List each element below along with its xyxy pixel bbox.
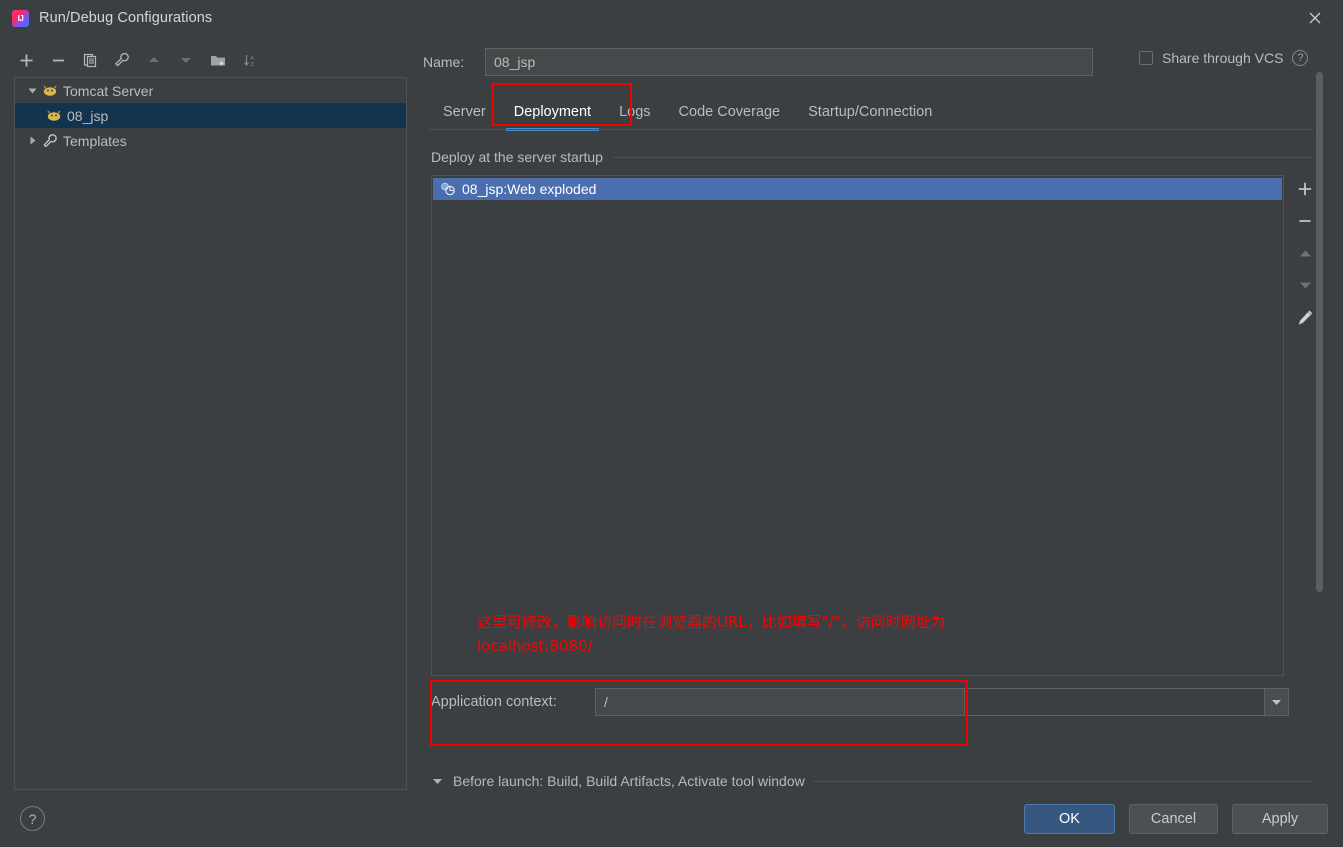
tab-code-coverage[interactable]: Code Coverage	[665, 95, 795, 129]
name-label: Name:	[423, 54, 465, 70]
page-title: Run/Debug Configurations	[39, 10, 213, 26]
configuration-editor-panel: Name: Share through VCS ? Server Deploym…	[416, 36, 1327, 830]
add-configuration-button[interactable]	[10, 46, 42, 74]
artifact-icon	[440, 181, 456, 197]
folder-add-icon[interactable]	[202, 46, 234, 74]
deploy-section-header: Deploy at the server startup	[431, 148, 1324, 166]
application-context-input[interactable]	[595, 688, 965, 716]
application-context-label: Application context:	[431, 694, 557, 710]
apply-button[interactable]: Apply	[1232, 804, 1328, 834]
deployment-artifacts-list[interactable]: 08_jsp:Web exploded	[431, 175, 1284, 676]
before-launch-section[interactable]: Before launch: Build, Build Artifacts, A…	[429, 771, 1322, 791]
scrollbar-thumb[interactable]	[1316, 72, 1323, 592]
list-item[interactable]: 08_jsp:Web exploded	[433, 178, 1282, 200]
cancel-button[interactable]: Cancel	[1129, 804, 1218, 834]
svg-text:Z: Z	[250, 61, 254, 67]
share-through-vcs-checkbox[interactable]	[1139, 51, 1153, 65]
application-context-field-extension[interactable]	[965, 688, 1265, 716]
configurations-tree[interactable]: Tomcat Server 08_jsp Templates	[14, 77, 407, 790]
intellij-idea-icon	[12, 9, 29, 27]
close-icon[interactable]	[1295, 4, 1335, 32]
ok-button[interactable]: OK	[1024, 804, 1115, 834]
expand-toggle-icon[interactable]	[23, 83, 41, 99]
copy-icon[interactable]	[74, 46, 106, 74]
expand-toggle-icon[interactable]	[23, 133, 41, 149]
tree-node-08-jsp[interactable]: 08_jsp	[15, 103, 406, 128]
before-launch-separator	[812, 780, 1322, 782]
deploy-section-title: Deploy at the server startup	[431, 149, 603, 165]
chevron-down-icon[interactable]	[429, 777, 445, 786]
annotation-line-1: 这里可修改，影响访问时在浏览器的URL，比如填写"/"，访问时网址为	[477, 613, 946, 631]
chevron-down-icon[interactable]	[1265, 688, 1289, 716]
tab-startup-connection[interactable]: Startup/Connection	[794, 95, 946, 129]
wrench-icon[interactable]	[106, 46, 138, 74]
tomcat-icon	[41, 83, 58, 99]
configurations-toolbar: A Z	[10, 44, 408, 76]
tab-logs[interactable]: Logs	[605, 95, 664, 129]
right-panel-scrollbar[interactable]	[1313, 72, 1326, 830]
tree-node-tomcat-server[interactable]: Tomcat Server	[15, 78, 406, 103]
question-circle-icon[interactable]: ?	[1292, 50, 1309, 66]
annotation-line-2: localhost:8080/	[477, 637, 593, 655]
tree-node-label: Templates	[63, 132, 127, 149]
before-launch-label: Before launch: Build, Build Artifacts, A…	[453, 773, 805, 789]
tab-server[interactable]: Server	[429, 95, 500, 129]
tomcat-icon	[45, 108, 62, 124]
title-bar: Run/Debug Configurations	[0, 0, 1343, 36]
tab-deployment[interactable]: Deployment	[500, 95, 605, 131]
panel-divider	[411, 36, 412, 794]
section-separator-line	[612, 156, 1324, 158]
tree-node-templates[interactable]: Templates	[15, 128, 406, 153]
configuration-tabs[interactable]: Server Deployment Logs Code Coverage Sta…	[429, 93, 1327, 131]
tree-node-label: 08_jsp	[67, 107, 109, 124]
share-through-vcs-row[interactable]: Share through VCS ?	[1139, 50, 1309, 66]
run-debug-configurations-dialog: Run/Debug Configurations	[0, 0, 1343, 847]
application-context-row: Application context:	[431, 687, 1311, 717]
tabs-separator	[429, 129, 1324, 130]
share-through-vcs-label: Share through VCS	[1162, 50, 1284, 66]
arrow-up-icon[interactable]	[138, 46, 170, 74]
annotation-text: 这里可修改，影响访问时在浏览器的URL，比如填写"/"，访问时网址为 local…	[477, 610, 1097, 658]
remove-configuration-button[interactable]	[42, 46, 74, 74]
help-button[interactable]: ?	[20, 806, 45, 831]
wrench-icon	[41, 133, 58, 149]
tree-node-label: Tomcat Server	[63, 82, 154, 99]
name-input[interactable]	[485, 48, 1093, 76]
svg-text:A: A	[250, 55, 254, 61]
arrow-down-icon[interactable]	[170, 46, 202, 74]
artifact-label: 08_jsp:Web exploded	[462, 181, 597, 197]
sort-az-icon[interactable]: A Z	[234, 46, 266, 74]
